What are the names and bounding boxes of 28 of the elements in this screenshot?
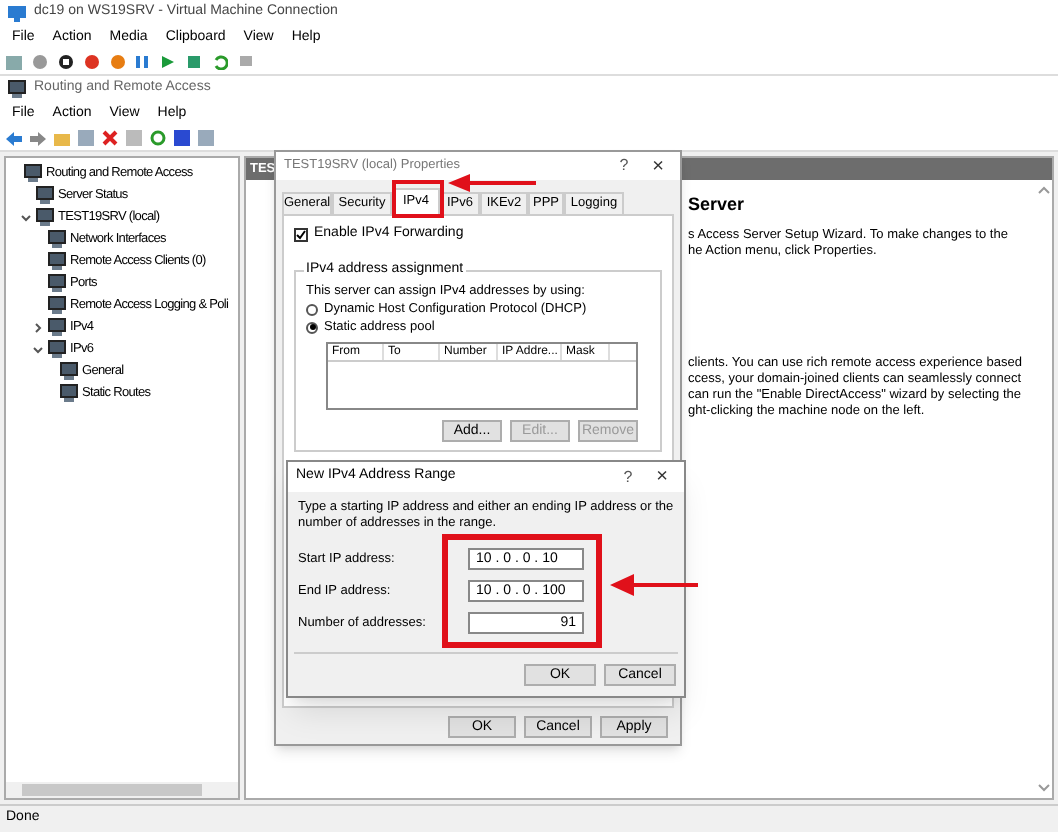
pause-icon[interactable]	[136, 54, 150, 70]
play-icon[interactable]	[160, 54, 176, 70]
checkbox[interactable]	[294, 227, 308, 242]
arrow-icon	[448, 174, 536, 192]
circle-icon[interactable]	[32, 54, 48, 70]
delete-icon[interactable]	[102, 130, 118, 146]
chevron-down-icon[interactable]	[32, 343, 44, 355]
radio-button[interactable]	[306, 321, 318, 333]
horizontal-scrollbar[interactable]	[6, 782, 238, 798]
scroll-down-icon[interactable]	[1037, 784, 1049, 792]
help-button[interactable]: ?	[619, 154, 629, 178]
back-arrow-icon[interactable]	[6, 131, 22, 145]
monitor-icon	[8, 5, 26, 21]
stop-icon[interactable]	[58, 54, 74, 70]
scroll-up-icon[interactable]	[1037, 186, 1049, 194]
highlight-frame	[392, 180, 444, 218]
forward-arrow-icon[interactable]	[30, 131, 46, 145]
arrow-icon	[610, 572, 698, 598]
section-heading: Server	[688, 192, 747, 218]
chevron-right-icon[interactable]	[32, 321, 44, 333]
radio-button[interactable]	[306, 303, 318, 315]
folder-icon[interactable]	[54, 130, 70, 146]
chevron-down-icon[interactable]	[20, 211, 32, 223]
app-icon	[8, 80, 26, 98]
close-button[interactable]: ×	[652, 151, 664, 181]
revert-icon[interactable]	[212, 54, 228, 70]
help-button[interactable]: ?	[623, 465, 633, 489]
close-button[interactable]: ×	[656, 462, 668, 492]
